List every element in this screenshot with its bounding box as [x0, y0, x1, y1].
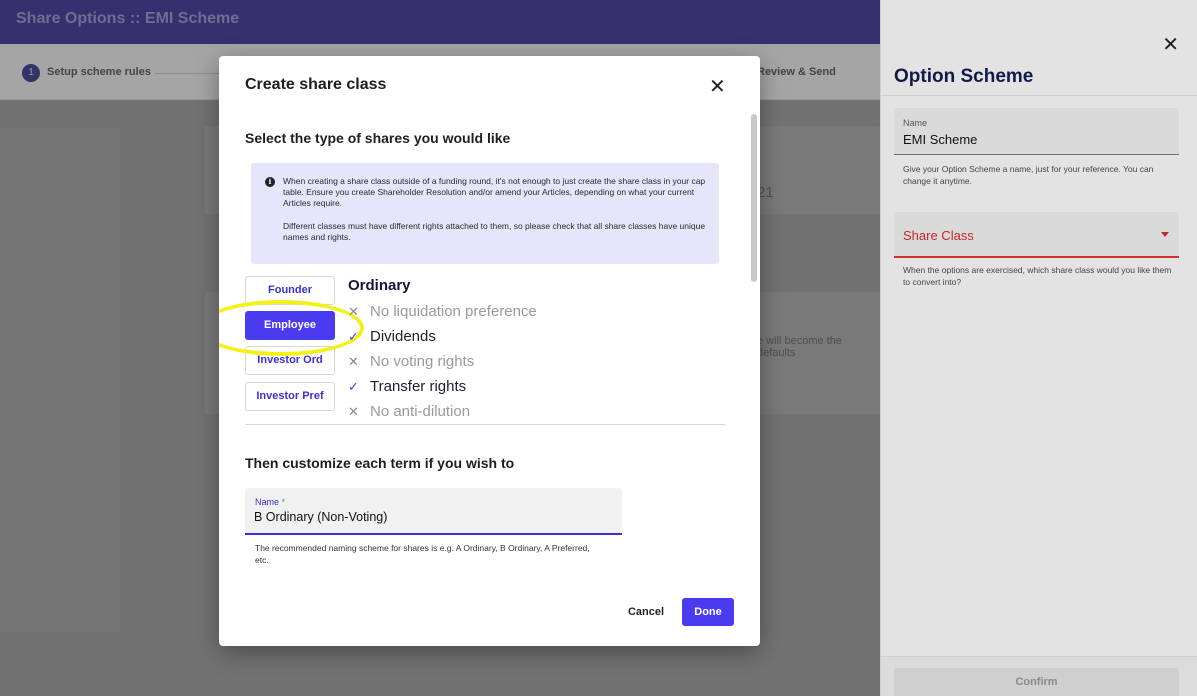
required-mark: * [281, 497, 286, 507]
field-label: Name [903, 118, 928, 128]
close-icon[interactable]: ✕ [1162, 32, 1179, 57]
cross-icon: ✕ [348, 404, 359, 419]
right-label: Transfer rights [370, 378, 467, 395]
dialog-title: Create share class [245, 76, 387, 93]
right-item: ✕ No anti-dilution [348, 401, 470, 423]
info-paragraph: Different classes must have different ri… [283, 221, 706, 242]
right-item: ✕ No voting rights [348, 351, 474, 373]
confirm-button[interactable]: Confirm [894, 668, 1179, 696]
section-heading: Select the type of shares you would like [245, 130, 511, 146]
done-button[interactable]: Done [682, 598, 734, 626]
right-label: Dividends [370, 328, 436, 345]
right-item: ✕ No liquidation preference [348, 301, 537, 323]
share-type-investor-pref-button[interactable]: Investor Pref [245, 382, 335, 411]
right-item: ✓ Dividends [348, 326, 436, 348]
info-callout: i When creating a share class outside of… [251, 163, 719, 264]
field-label-text: Name [255, 497, 280, 507]
divider [881, 95, 1197, 96]
drawer-title: Option Scheme [894, 66, 1034, 87]
create-share-class-dialog: Create share class ✕ Select the type of … [219, 56, 760, 646]
cancel-button[interactable]: Cancel [619, 600, 673, 624]
share-type-employee-button[interactable]: Employee [245, 311, 335, 340]
check-icon: ✓ [348, 379, 359, 394]
field-value: EMI Scheme [903, 132, 978, 147]
close-icon[interactable]: ✕ [709, 74, 726, 99]
right-label: No voting rights [370, 353, 475, 370]
info-paragraph: When creating a share class outside of a… [283, 176, 706, 208]
scrollbar[interactable] [751, 114, 757, 282]
scheme-name-helper: Give your Option Scheme a name, just for… [903, 164, 1154, 186]
field-label: Name * [255, 497, 285, 507]
share-class-select[interactable]: Share Class [894, 212, 1179, 258]
name-helper: The recommended naming scheme for shares… [255, 543, 590, 565]
rights-title: Ordinary [348, 277, 411, 294]
field-label: Share Class [903, 228, 974, 243]
share-class-name-field[interactable]: Name * [245, 488, 622, 535]
caret-down-icon [1161, 232, 1169, 237]
right-label: No anti-dilution [370, 403, 471, 420]
right-item: ✓ Transfer rights [348, 376, 466, 398]
scheme-name-field[interactable]: Name EMI Scheme [894, 108, 1179, 155]
check-icon: ✓ [348, 329, 359, 344]
share-class-helper: When the options are exercised, which sh… [903, 265, 1172, 287]
cross-icon: ✕ [348, 304, 359, 319]
cross-icon: ✕ [348, 354, 359, 369]
right-label: No liquidation preference [370, 303, 537, 320]
section-heading: Then customize each term if you wish to [245, 455, 515, 471]
option-scheme-drawer: ✕ Option Scheme Name EMI Scheme Give you… [880, 0, 1197, 696]
divider [245, 424, 725, 425]
info-icon: i [265, 177, 275, 187]
share-class-name-input[interactable] [254, 510, 604, 524]
